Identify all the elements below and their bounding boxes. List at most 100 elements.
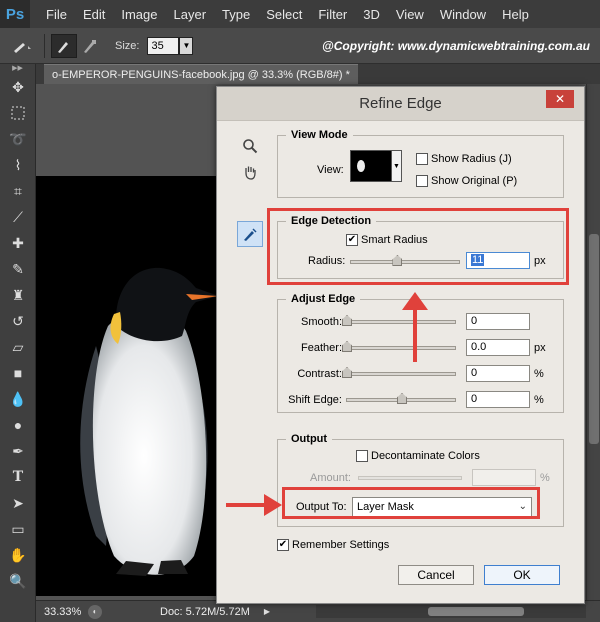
annotation-arrow-right-icon (226, 494, 282, 516)
hand-icon[interactable] (239, 161, 261, 183)
shift-edge-input[interactable]: 0 (466, 391, 530, 408)
show-radius-label: Show Radius (J) (431, 153, 512, 165)
brush-tool-icon[interactable]: ✎ (0, 256, 36, 282)
decontaminate-colors-label: Decontaminate Colors (371, 450, 480, 462)
hand-tool-icon[interactable]: ✋ (0, 542, 36, 568)
status-menu-arrow-icon[interactable]: ▶ (264, 607, 270, 616)
marquee-tool-icon[interactable] (0, 100, 36, 126)
clone-stamp-tool-icon[interactable]: ♜ (0, 282, 36, 308)
quick-selection-tool-icon[interactable]: ⌇ (0, 152, 36, 178)
contrast-input[interactable]: 0 (466, 365, 530, 382)
output-to-highlight (282, 487, 540, 519)
remember-settings-label: Remember Settings (292, 539, 390, 551)
copyright-watermark: @Copyright: www.dynamicwebtraining.com.a… (322, 39, 590, 53)
eraser-tool-icon[interactable]: ▱ (0, 334, 36, 360)
smooth-slider-thumb[interactable] (342, 315, 352, 326)
feather-input[interactable]: 0.0 (466, 339, 530, 356)
photoshop-logo: Ps (0, 0, 30, 28)
feather-label: Feather: (301, 342, 342, 354)
dodge-tool-icon[interactable]: ● (0, 412, 36, 438)
menu-select[interactable]: Select (258, 7, 310, 22)
feather-slider-thumb[interactable] (342, 341, 352, 352)
smooth-label: Smooth: (301, 316, 342, 328)
size-dropdown-icon[interactable]: ▼ (179, 36, 194, 55)
zoom-level[interactable]: 33.33% (36, 606, 88, 618)
horizontal-scrollbar[interactable] (316, 605, 586, 618)
separator (44, 33, 45, 58)
document-info: Doc: 5.72M/5.72M (160, 605, 250, 618)
close-icon[interactable]: ✕ (546, 90, 574, 108)
horizontal-scroll-thumb[interactable] (428, 607, 524, 616)
menu-layer[interactable]: Layer (166, 7, 215, 22)
document-tab[interactable]: o-EMPEROR-PENGUINS-facebook.jpg @ 33.3% … (44, 64, 358, 84)
size-label: Size: (115, 39, 140, 52)
menu-3d[interactable]: 3D (355, 7, 388, 22)
menu-bar: Ps File Edit Image Layer Type Select Fil… (0, 0, 600, 28)
type-tool-icon[interactable]: T (0, 464, 36, 490)
dialog-title-bar: Refine Edge ✕ (217, 87, 584, 121)
document-tab-bar: o-EMPEROR-PENGUINS-facebook.jpg @ 33.3% … (36, 64, 600, 84)
refine-radius-tool-icon[interactable] (51, 33, 77, 58)
menu-filter[interactable]: Filter (310, 7, 355, 22)
pen-tool-icon[interactable]: ✒ (0, 438, 36, 464)
menu-type[interactable]: Type (214, 7, 258, 22)
menu-edit[interactable]: Edit (75, 7, 113, 22)
refine-radius-tool-icon[interactable] (237, 221, 263, 247)
dialog-title: Refine Edge (359, 95, 442, 112)
shift-edge-slider-thumb[interactable] (397, 393, 407, 404)
show-original-checkbox[interactable] (416, 175, 428, 187)
zoom-tool-icon[interactable]: 🔍 (0, 568, 36, 594)
options-bar: Size: 35 ▼ @Copyright: www.dynamicwebtra… (0, 28, 600, 64)
menu-window[interactable]: Window (432, 7, 494, 22)
blur-tool-icon[interactable]: 💧 (0, 386, 36, 412)
contrast-label: Contrast: (297, 368, 342, 380)
size-input[interactable]: 35 (147, 36, 180, 55)
view-mode-title: View Mode (286, 129, 353, 141)
remember-settings-checkbox[interactable] (277, 539, 289, 551)
shift-edge-slider[interactable] (346, 393, 456, 404)
vertical-scrollbar[interactable] (586, 84, 600, 600)
adjust-edge-title: Adjust Edge (286, 293, 361, 305)
show-original-label: Show Original (P) (431, 175, 518, 187)
tools-panel: ▶▶ ✥ ➰ ⌇ ⌗ ⟋ ✚ ✎ ♜ ↺ ▱ ■ 💧 ● ✒ T ➤ ▭ ✋ 🔍 (0, 64, 36, 622)
history-brush-tool-icon[interactable]: ↺ (0, 308, 36, 334)
edge-detection-highlight (267, 208, 569, 285)
healing-brush-tool-icon[interactable]: ✚ (0, 230, 36, 256)
lasso-tool-icon[interactable]: ➰ (0, 126, 36, 152)
menu-view[interactable]: View (388, 7, 432, 22)
menu-image[interactable]: Image (113, 7, 165, 22)
amount-label: Amount: (310, 472, 351, 484)
contrast-slider[interactable] (342, 367, 456, 378)
vertical-scroll-thumb[interactable] (589, 234, 599, 444)
shape-tool-icon[interactable]: ▭ (0, 516, 36, 542)
decontaminate-colors-checkbox[interactable] (356, 450, 368, 462)
status-info-icon[interactable]: ◐ (88, 604, 102, 619)
output-title: Output (286, 433, 333, 445)
amount-input (472, 469, 536, 486)
menu-help[interactable]: Help (494, 7, 537, 22)
zoom-icon[interactable] (239, 135, 261, 157)
ok-button[interactable]: OK (484, 565, 560, 585)
eyedropper-tool-icon[interactable]: ⟋ (0, 204, 36, 230)
view-mode-group: View Mode View: ▼ Show Radius (J) Show O… (277, 129, 564, 198)
view-mode-thumbnail[interactable] (350, 150, 392, 182)
contrast-slider-thumb[interactable] (342, 367, 352, 378)
shift-edge-label: Shift Edge: (288, 394, 342, 406)
view-mode-dropdown-icon[interactable]: ▼ (392, 150, 402, 182)
amount-unit: % (540, 472, 550, 484)
erase-refinements-tool-icon[interactable] (77, 34, 103, 58)
gradient-tool-icon[interactable]: ■ (0, 360, 36, 386)
move-tool-icon[interactable]: ✥ (0, 74, 36, 100)
menu-file[interactable]: File (38, 7, 75, 22)
smooth-input[interactable]: 0 (466, 313, 530, 330)
amount-slider (358, 476, 462, 480)
tool-preset-brush-icon[interactable] (8, 33, 38, 59)
shift-edge-unit: % (534, 394, 544, 406)
show-radius-checkbox[interactable] (416, 153, 428, 165)
panel-collapse-icon[interactable]: ▶▶ (0, 64, 35, 74)
path-selection-tool-icon[interactable]: ➤ (0, 490, 36, 516)
annotation-arrow-up-icon (402, 292, 428, 362)
feather-unit: px (534, 342, 546, 354)
crop-tool-icon[interactable]: ⌗ (0, 178, 36, 204)
cancel-button[interactable]: Cancel (398, 565, 474, 585)
